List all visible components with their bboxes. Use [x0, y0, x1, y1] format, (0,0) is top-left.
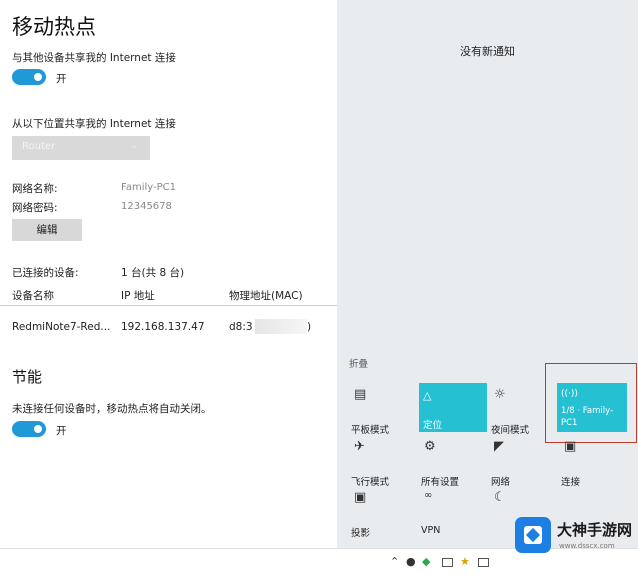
power-saving-toggle[interactable] [12, 421, 46, 437]
cube-logo-icon [515, 517, 551, 553]
power-saving-title: 节能 [12, 368, 43, 386]
tile-label: 平板模式 [351, 425, 390, 436]
mac-redaction [255, 319, 307, 334]
device-name-cell: RedmiNote7-Red... [12, 321, 111, 333]
connected-devices-label: 已连接的设备: [12, 267, 79, 279]
location-icon: △ [423, 389, 432, 402]
shield-icon[interactable]: ◆ [422, 555, 430, 568]
tile-label: 所有设置 [421, 477, 460, 488]
tile-label: 定位 [423, 420, 443, 431]
share-internet-state: 开 [56, 73, 67, 85]
tile-label: 夜间模式 [491, 425, 530, 436]
power-saving-state: 开 [56, 425, 67, 437]
hotspot-settings-panel: 移动热点 与其他设备共享我的 Internet 连接 开 从以下位置共享我的 I… [0, 0, 337, 548]
no-notifications-text: 没有新通知 [460, 45, 515, 58]
folder-icon[interactable] [442, 558, 453, 567]
tile-label: 连接 [561, 477, 581, 488]
column-ip-address: IP 地址 [121, 290, 155, 302]
collapse-link[interactable]: 折叠 [349, 356, 368, 370]
tile-label: VPN [421, 525, 441, 536]
device-ip-cell: 192.168.137.47 [121, 321, 205, 333]
column-mac-address: 物理地址(MAC) [229, 290, 303, 302]
table-divider [0, 305, 337, 306]
watermark-url: www.dsscx.com [559, 542, 615, 550]
moon-icon: ☾ [494, 490, 506, 505]
network-icon: ◤ [494, 439, 504, 454]
tile-connect[interactable]: ▣ 连接 [561, 437, 629, 488]
tile-airplane-mode[interactable]: ✈ 飞行模式 [351, 437, 419, 488]
device-mac-cell: d8:3 [229, 321, 253, 333]
tile-label: 投影 [351, 528, 371, 539]
network-password-value: 12345678 [121, 201, 172, 212]
tablet-icon: ▤ [354, 387, 367, 402]
column-device-name: 设备名称 [12, 290, 54, 302]
tile-network[interactable]: ◤ 网络 [491, 437, 559, 488]
chevron-up-icon[interactable]: ⌃ [390, 555, 399, 568]
network-password-label: 网络密码: [12, 202, 58, 214]
power-saving-description: 未连接任何设备时，移动热点将自动关闭。 [12, 403, 212, 415]
action-center: 没有新通知 折叠 ▤ 平板模式 △ 定位 ☼ 夜间模式 ((·)) 1/8 · … [337, 0, 638, 548]
mac-redaction-edge: ) [307, 321, 312, 333]
chevron-down-icon: ⌄ [130, 141, 138, 151]
tile-label: 网络 [491, 477, 511, 488]
project-icon: ▣ [354, 490, 367, 505]
airplane-icon: ✈ [354, 439, 365, 454]
user-icon[interactable]: ● [406, 555, 416, 568]
tile-vpn[interactable]: ∞ VPN [421, 488, 489, 538]
network-name-value: Family-PC1 [121, 182, 176, 193]
share-internet-label: 与其他设备共享我的 Internet 连接 [12, 52, 176, 64]
keyboard-icon[interactable] [478, 558, 489, 567]
brightness-icon: ☼ [494, 387, 506, 402]
edit-button[interactable]: 编辑 [12, 219, 82, 241]
share-from-select[interactable]: Router ⌄ [12, 136, 150, 160]
connect-icon: ▣ [564, 439, 577, 454]
network-name-label: 网络名称: [12, 183, 58, 195]
tile-tablet-mode[interactable]: ▤ 平板模式 [351, 385, 419, 436]
share-from-label: 从以下位置共享我的 Internet 连接 [12, 118, 176, 130]
app-icon[interactable]: ★ [460, 555, 470, 568]
share-from-value: Router [22, 141, 56, 152]
tile-location[interactable]: △ 定位 [419, 383, 487, 432]
highlight-box [545, 363, 637, 443]
page-title: 移动热点 [12, 15, 96, 39]
tile-all-settings[interactable]: ⚙ 所有设置 [421, 437, 489, 488]
watermark: 大神手游网 www.dsscx.com [513, 514, 635, 558]
watermark-brand: 大神手游网 [557, 521, 633, 539]
vpn-icon: ∞ [424, 490, 433, 501]
share-internet-toggle[interactable] [12, 69, 46, 85]
tile-label: 飞行模式 [351, 477, 390, 488]
tile-project[interactable]: ▣ 投影 [351, 488, 419, 539]
gear-icon: ⚙ [424, 439, 436, 454]
connected-devices-count: 1 台(共 8 台) [121, 267, 185, 279]
